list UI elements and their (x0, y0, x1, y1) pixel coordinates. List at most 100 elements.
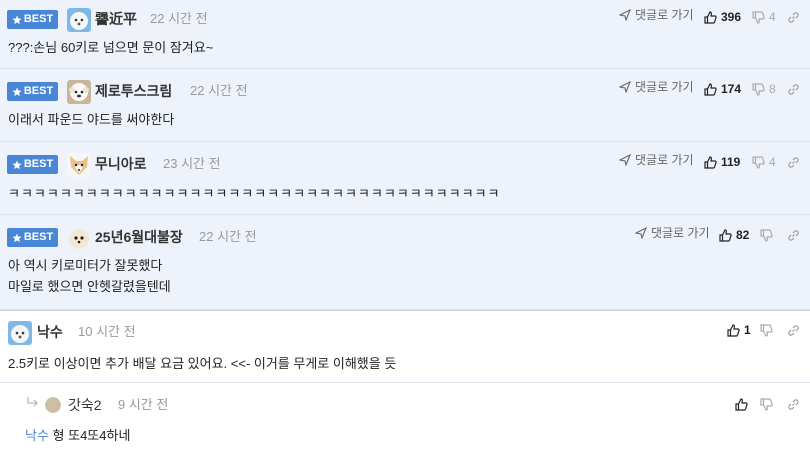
fox-avatar-icon (67, 153, 91, 177)
star-icon (12, 87, 22, 96)
go-to-reply-label: 댓글로 가기 (635, 8, 694, 22)
comment-best-2: BEST 제로투스크림 22 시간 전 댓글로 가기 174 8 이래서 파운드… (0, 69, 810, 142)
avatar[interactable] (67, 8, 91, 32)
link-icon (788, 11, 799, 23)
timestamp: 10 시간 전 (78, 324, 136, 339)
nickname[interactable]: 제로투스크림 (95, 82, 172, 100)
best-label: BEST (23, 13, 54, 25)
share-button[interactable] (787, 322, 800, 338)
comment-text: 아 역시 키로미터가 잘못했다 마일로 했으면 안헷갈렸을텐데 (8, 255, 171, 297)
go-to-reply-link[interactable]: 댓글로 가기 (619, 79, 694, 95)
comment-text: ㅋㅋㅋㅋㅋㅋㅋㅋㅋㅋㅋㅋㅋㅋㅋㅋㅋㅋㅋㅋㅋㅋㅋㅋㅋㅋㅋㅋㅋㅋㅋㅋㅋㅋㅋㅋㅋㅋ (8, 183, 500, 204)
avatar[interactable] (8, 321, 32, 345)
share-button[interactable] (787, 154, 800, 170)
comment-line: 이래서 파운드 야드를 써야한다 (8, 112, 175, 127)
go-to-reply-link[interactable]: 댓글로 가기 (635, 225, 710, 241)
best-badge: BEST (7, 82, 58, 101)
dislike-button[interactable]: 8 (752, 81, 776, 97)
best-label: BEST (23, 158, 54, 170)
like-button[interactable]: 1 (727, 322, 751, 338)
send-arrow-icon (619, 154, 631, 166)
dislike-button[interactable]: 4 (752, 9, 776, 25)
default-circle-avatar-icon (45, 397, 61, 413)
mention-link[interactable]: 낙수 (25, 428, 49, 443)
nickname[interactable]: 25년6월대불장 (95, 228, 183, 246)
dislike-button[interactable] (760, 396, 777, 412)
dislike-button[interactable] (760, 227, 777, 243)
comment-text: 2.5키로 이상이면 추가 배달 요금 있어요. <<- 이거를 무게로 이해했… (8, 353, 396, 374)
comment-line: 아 역시 키로미터가 잘못했다 (8, 258, 163, 273)
timestamp: 22 시간 전 (190, 83, 248, 98)
dislike-button[interactable] (760, 322, 777, 338)
thumbs-down-icon (760, 228, 773, 242)
timestamp: 9 시간 전 (118, 397, 169, 412)
dislike-button[interactable]: 4 (752, 154, 776, 170)
comment-best-1: BEST 謽近平 22 시간 전 댓글로 가기 396 4 ???:손님 60키… (0, 0, 810, 69)
thumbs-down-icon (760, 397, 773, 411)
like-button[interactable]: 82 (719, 227, 749, 243)
like-button[interactable]: 174 (704, 81, 741, 97)
thumbs-down-icon (752, 155, 765, 169)
dislike-count: 4 (769, 10, 776, 24)
best-badge: BEST (7, 155, 58, 174)
dislike-count: 8 (769, 82, 776, 96)
like-button[interactable] (735, 396, 752, 412)
like-count: 174 (721, 82, 742, 96)
like-count: 82 (736, 228, 750, 242)
avatar[interactable] (67, 226, 91, 250)
comment-text: ???:손님 60키로 넘으면 문이 잠겨요~ (8, 37, 213, 58)
fluffy-dog-avatar-icon (67, 226, 91, 250)
white-dog-avatar-icon (67, 8, 91, 32)
share-button[interactable] (787, 9, 800, 25)
timestamp: 22 시간 전 (150, 11, 208, 26)
thumbs-up-icon (735, 397, 748, 411)
white-dog-avatar-icon (8, 321, 32, 345)
share-button[interactable] (787, 81, 800, 97)
go-to-reply-label: 댓글로 가기 (635, 80, 694, 94)
thumbs-down-icon (752, 82, 765, 96)
go-to-reply-link[interactable]: 댓글로 가기 (619, 7, 694, 23)
send-arrow-icon (619, 9, 631, 21)
thumbs-down-icon (752, 10, 765, 24)
best-badge: BEST (7, 10, 58, 29)
comment-text: 이래서 파운드 야드를 써야한다 (8, 109, 174, 130)
timestamp: 23 시간 전 (163, 156, 221, 171)
avatar[interactable] (45, 397, 61, 413)
star-icon (12, 233, 22, 242)
avatar[interactable] (67, 80, 91, 104)
link-icon (788, 83, 799, 95)
send-arrow-icon (619, 81, 631, 93)
comment-line: 형 또4또4하네 (52, 428, 131, 443)
reply-comment: 갓숙2 9 시간 전 낙수 형 또4또4하네 (0, 383, 810, 459)
comment-best-3: BEST 무니아로 23 시간 전 댓글로 가기 119 4 ㅋㅋㅋㅋㅋㅋㅋㅋㅋ… (0, 142, 810, 215)
nickname[interactable]: 갓숙2 (68, 396, 102, 414)
comment-best-4: BEST 25년6월대불장 22 시간 전 댓글로 가기 82 아 역시 키로미… (0, 215, 810, 310)
comment-line: ㅋㅋㅋㅋㅋㅋㅋㅋㅋㅋㅋㅋㅋㅋㅋㅋㅋㅋㅋㅋㅋㅋㅋㅋㅋㅋㅋㅋㅋㅋㅋㅋㅋㅋㅋㅋㅋㅋ (8, 186, 501, 201)
thumbs-up-icon (704, 82, 717, 96)
comment-text: 낙수 형 또4또4하네 (25, 425, 130, 446)
nickname[interactable]: 謽近平 (95, 10, 137, 28)
go-to-reply-link[interactable]: 댓글로 가기 (619, 152, 694, 168)
thumbs-up-icon (727, 323, 740, 337)
timestamp: 22 시간 전 (199, 229, 257, 244)
best-label: BEST (23, 85, 54, 97)
link-icon (788, 398, 799, 410)
avatar[interactable] (67, 153, 91, 177)
best-badge: BEST (7, 228, 58, 247)
share-button[interactable] (787, 396, 800, 412)
thumbs-up-icon (719, 228, 732, 242)
thumbs-up-icon (704, 10, 717, 24)
like-button[interactable]: 396 (704, 9, 741, 25)
link-icon (788, 229, 799, 241)
send-arrow-icon (635, 227, 647, 239)
thumbs-down-icon (760, 323, 773, 337)
nickname[interactable]: 낙수 (37, 323, 63, 341)
dislike-count: 4 (769, 155, 776, 169)
like-count: 396 (721, 10, 742, 24)
comment-line: ???:손님 60키로 넘으면 문이 잠겨요~ (8, 40, 214, 55)
share-button[interactable] (787, 227, 800, 243)
thumbs-up-icon (704, 155, 717, 169)
like-button[interactable]: 119 (704, 154, 740, 170)
nickname[interactable]: 무니아로 (95, 155, 147, 173)
like-count: 119 (721, 155, 741, 169)
